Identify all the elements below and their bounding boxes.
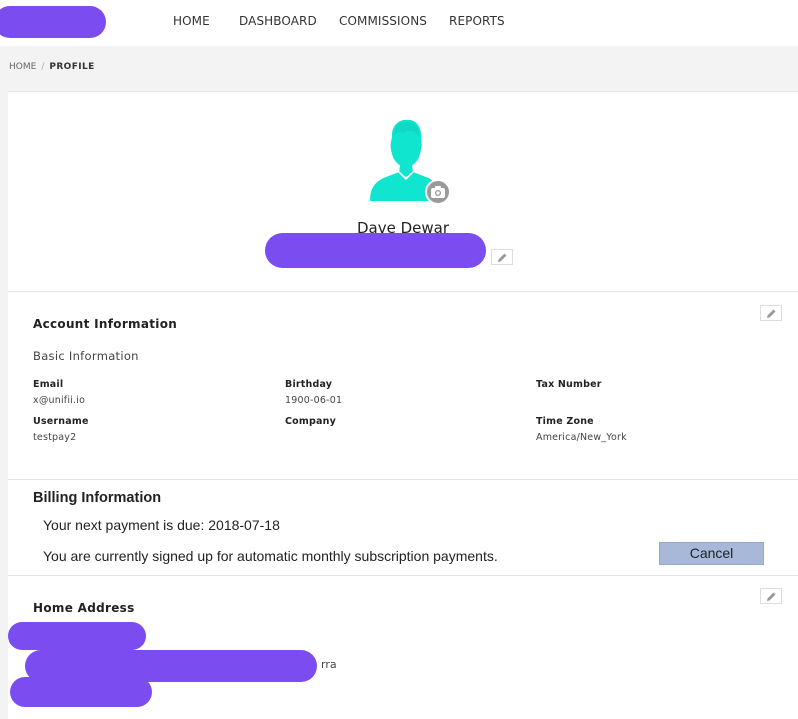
edit-profile-button[interactable] [491,249,513,265]
profile-subtitle-redacted [265,233,486,268]
next-payment-text: Your next payment is due: 2018-07-18 [43,517,280,533]
profile-card: Dave Dewar [8,91,798,292]
account-information-card: Account Information Basic Information Em… [8,291,798,480]
nav-reports[interactable]: REPORTS [449,14,505,28]
address-line-3-redacted [10,677,152,707]
top-navigation-bar: HOME DASHBOARD COMMISSIONS REPORTS [0,0,798,46]
nav-dashboard[interactable]: DASHBOARD [239,14,317,28]
nav-commissions[interactable]: COMMISSIONS [339,14,427,28]
birthday-label: Birthday [285,379,333,390]
username-value: testpay2 [33,432,77,443]
logo-redacted[interactable] [0,6,106,38]
address-line-2-visible-fragment: rra [321,658,337,671]
billing-information-card: Billing Information Your next payment is… [8,479,798,576]
breadcrumb-home[interactable]: HOME [9,62,36,72]
edit-address-button[interactable] [760,588,782,604]
email-value: x@unifii.io [33,395,86,406]
home-address-card: Home Address rra [8,575,798,719]
basic-information-subtitle: Basic Information [33,349,139,363]
camera-icon [431,186,445,198]
subscription-text: You are currently signed up for automati… [43,548,498,564]
time-zone-label: Time Zone [536,416,594,427]
email-label: Email [33,379,64,390]
edit-account-button[interactable] [760,305,782,321]
breadcrumb-separator: / [41,62,45,72]
company-label: Company [285,416,336,427]
address-line-1-redacted [8,622,146,650]
billing-information-title: Billing Information [33,490,162,506]
pencil-icon [767,309,776,318]
birthday-value: 1900-06-01 [285,395,343,406]
pencil-icon [498,253,507,262]
username-label: Username [33,416,89,427]
camera-badge[interactable] [425,179,451,205]
tax-number-label: Tax Number [536,379,602,390]
nav-home[interactable]: HOME [173,14,210,28]
time-zone-value: America/New_York [536,432,627,443]
breadcrumb-current: PROFILE [49,62,95,72]
account-information-title: Account Information [33,317,178,331]
pencil-icon [767,592,776,601]
cancel-subscription-button[interactable]: Cancel [659,542,764,565]
breadcrumb: HOME / PROFILE [9,62,95,72]
home-address-title: Home Address [33,601,135,615]
